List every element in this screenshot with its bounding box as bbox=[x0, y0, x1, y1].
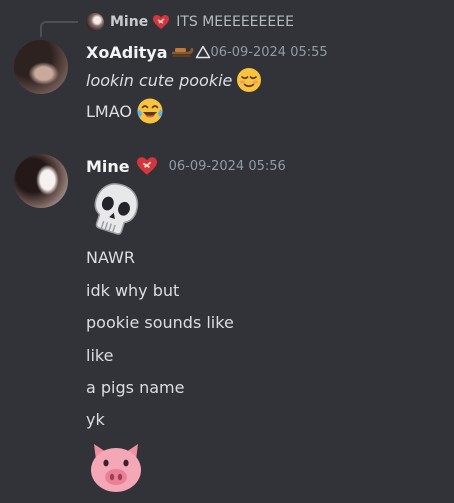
reply-connector-line bbox=[40, 21, 78, 37]
message-timestamp[interactable]: 06-09-2024 05:55 bbox=[211, 45, 328, 60]
message-text: lookin cute pookie bbox=[86, 66, 262, 94]
message-text: a pigs name bbox=[86, 377, 185, 397]
skull-icon bbox=[94, 183, 139, 235]
relieved-face-icon bbox=[237, 68, 262, 92]
pig-face-icon bbox=[91, 444, 141, 492]
mending-heart-icon bbox=[153, 15, 170, 29]
message-header: Mine 06-09-2024 05:56 bbox=[86, 154, 286, 178]
avatar[interactable] bbox=[14, 154, 68, 208]
message-timestamp[interactable]: 06-09-2024 05:56 bbox=[169, 159, 286, 174]
tears-of-joy-icon bbox=[137, 98, 163, 124]
mending-heart-icon bbox=[136, 157, 157, 175]
message-text: yk bbox=[86, 409, 105, 429]
username[interactable]: XoAditya bbox=[86, 43, 168, 62]
avatar[interactable] bbox=[14, 40, 68, 94]
sled-icon bbox=[171, 47, 193, 57]
message-text: NAWR bbox=[86, 247, 135, 267]
jumbo-emoji bbox=[86, 438, 146, 496]
message-text: LMAO bbox=[86, 96, 164, 126]
message-text: idk why but bbox=[86, 280, 180, 300]
message-text: pookie sounds like bbox=[86, 312, 234, 332]
chat-view: Mine ITS MEEEEEEEEE XoAditya 06-09-2024 … bbox=[0, 0, 454, 503]
reply-preview[interactable]: Mine ITS MEEEEEEEEE bbox=[86, 12, 294, 32]
reply-author-name[interactable]: Mine bbox=[110, 14, 148, 30]
jumbo-emoji bbox=[86, 180, 144, 238]
reply-author-avatar[interactable] bbox=[86, 13, 104, 31]
message-header: XoAditya 06-09-2024 05:55 bbox=[86, 40, 328, 64]
triangle-icon bbox=[195, 45, 210, 59]
message-text: like bbox=[86, 345, 114, 365]
username[interactable]: Mine bbox=[86, 157, 130, 176]
reply-preview-text[interactable]: ITS MEEEEEEEEE bbox=[176, 14, 294, 30]
